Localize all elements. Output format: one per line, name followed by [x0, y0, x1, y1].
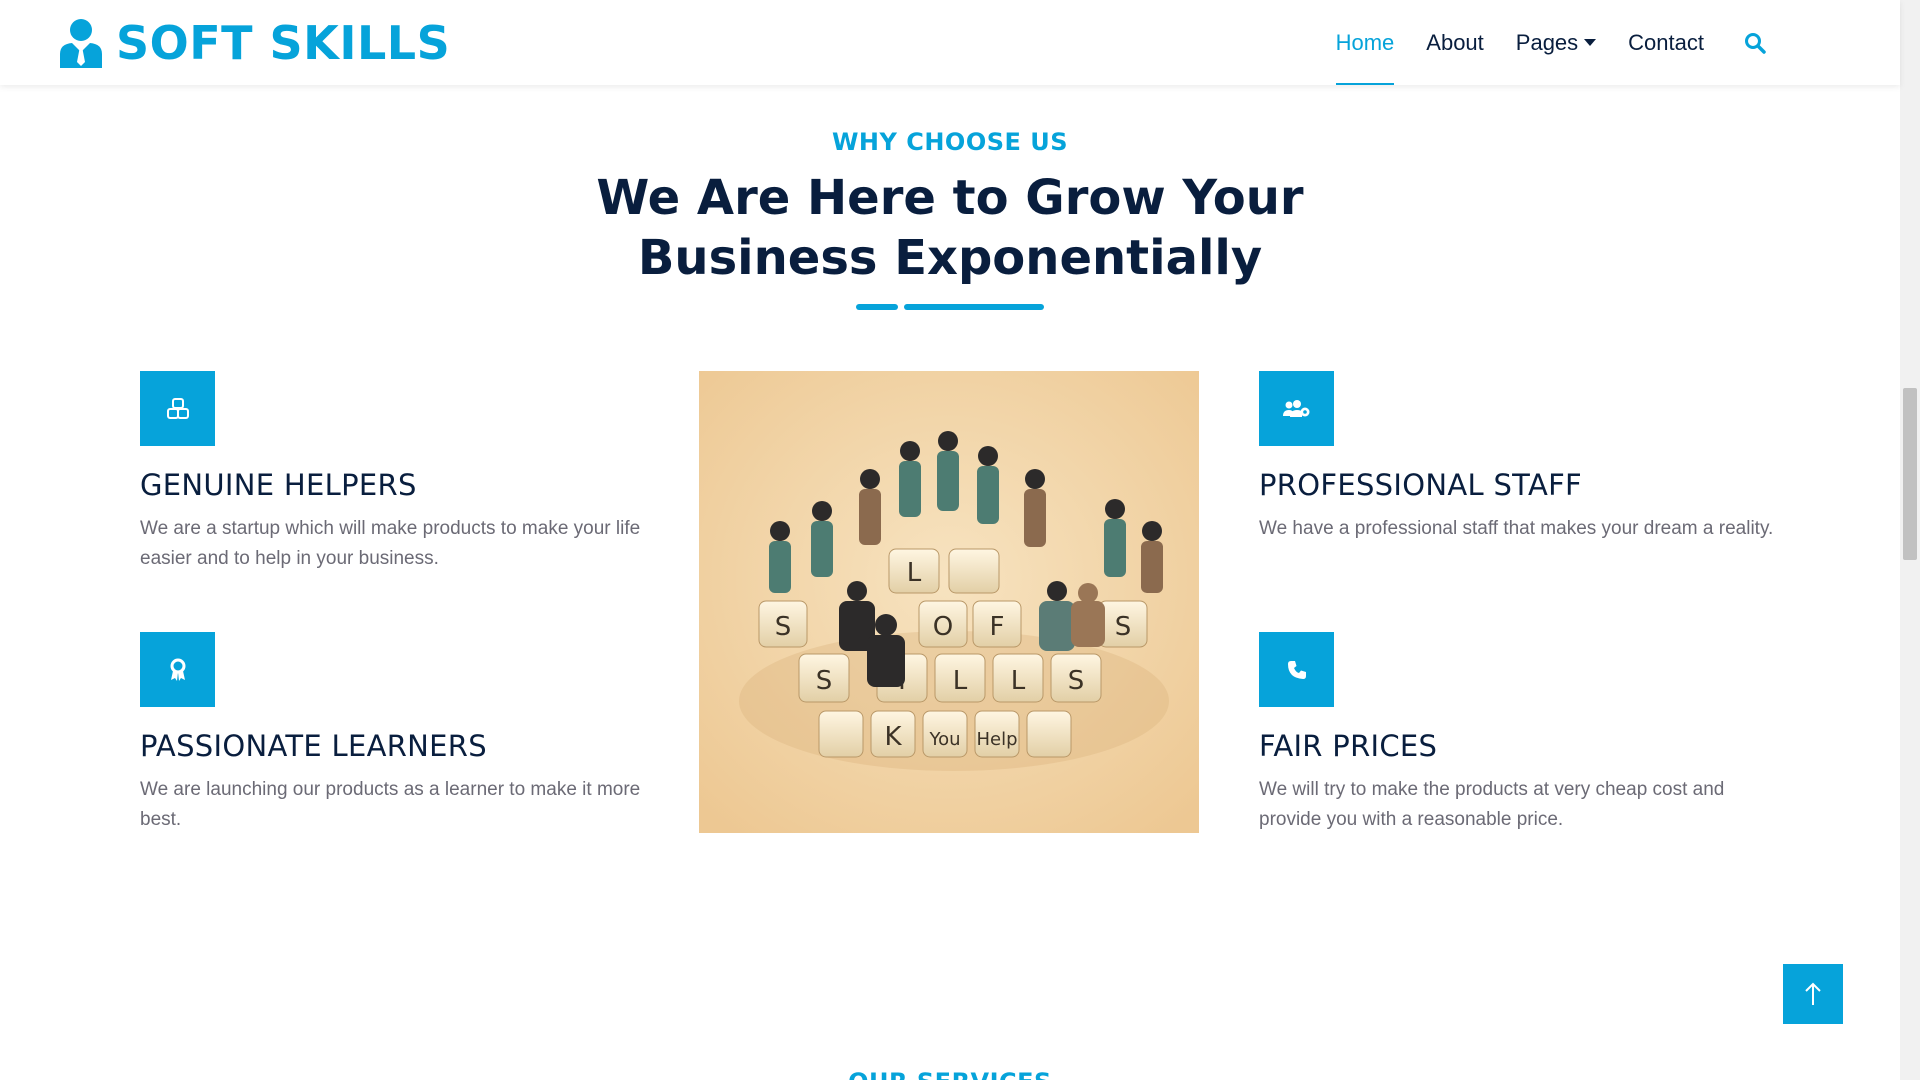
feature-genuine-helpers: GENUINE HELPERS We are a startup which w…: [140, 371, 660, 574]
underline-short: [856, 304, 898, 310]
search-icon: [1745, 32, 1766, 54]
title-underline: [856, 304, 1044, 310]
feature-text: We have a professional staff that makes …: [1259, 518, 1774, 539]
feature-text: We are launching our products as a learn…: [140, 779, 641, 830]
soft-skills-illustration: L S O F S S I L L S K You Help: [699, 371, 1199, 833]
brand-name: SOFT SKILLS: [116, 15, 451, 70]
nav-links: Home About Pages Contact: [1320, 0, 1770, 85]
svg-text:S: S: [1115, 612, 1132, 642]
section-eyebrow: WHY CHOOSE US: [831, 128, 1069, 156]
feature-icon-box: [140, 632, 215, 707]
nav-item-contact[interactable]: Contact: [1612, 0, 1720, 85]
nav-item-about[interactable]: About: [1410, 0, 1500, 85]
svg-text:L: L: [907, 558, 922, 588]
feature-icon-box: [140, 371, 215, 446]
headline-line-1: We Are Here to Grow Your: [596, 170, 1304, 226]
feature-text: We are a startup which will make product…: [140, 518, 641, 569]
feature-professional-staff: PROFESSIONAL STAFF We have a professiona…: [1259, 371, 1779, 544]
scrollbar-thumb[interactable]: [1903, 388, 1917, 560]
svg-text:You: You: [928, 729, 960, 750]
section-headline: We Are Here to Grow Your Business Expone…: [0, 168, 1900, 288]
feature-text: We will try to make the products at very…: [1259, 779, 1725, 830]
svg-text:F: F: [990, 612, 1005, 642]
feature-title: FAIR PRICES: [1259, 729, 1438, 763]
search-button[interactable]: [1740, 28, 1770, 58]
headline-line-2: Business Exponentially: [637, 230, 1263, 286]
cubes-icon: [166, 397, 189, 419]
feature-fair-prices: FAIR PRICES We will try to make the prod…: [1259, 632, 1779, 835]
caret-down-icon: [1584, 39, 1597, 46]
feature-icon-box: [1259, 632, 1334, 707]
svg-text:Help: Help: [976, 729, 1017, 750]
nav-label-home: Home: [1335, 29, 1395, 55]
feature-title: PROFESSIONAL STAFF: [1259, 468, 1583, 502]
svg-text:O: O: [933, 612, 953, 642]
feature-passionate-learners: PASSIONATE LEARNERS We are launching our…: [140, 632, 660, 835]
navbar: SOFT SKILLS Home About Pages Contact: [0, 0, 1900, 85]
svg-text:K: K: [884, 722, 902, 752]
nav-label-pages: Pages: [1515, 29, 1579, 55]
user-tie-icon: [60, 18, 102, 68]
svg-text:S: S: [1068, 666, 1085, 696]
underline-long: [904, 304, 1044, 310]
phone-icon: [1287, 660, 1306, 679]
feature-title: PASSIONATE LEARNERS: [140, 729, 487, 763]
svg-text:L: L: [1011, 666, 1026, 696]
center-image: L S O F S S I L L S K You Help: [699, 371, 1199, 833]
nav-item-home[interactable]: Home: [1320, 0, 1411, 85]
svg-text:S: S: [816, 666, 833, 696]
svg-text:S: S: [775, 612, 792, 642]
award-icon: [170, 658, 185, 681]
why-choose-us-header: WHY CHOOSE US We Are Here to Grow Your B…: [0, 128, 1900, 288]
page-scrollbar[interactable]: [1900, 0, 1920, 1080]
back-to-top-button[interactable]: [1783, 964, 1843, 1024]
next-section-eyebrow: OUR SERVICES: [0, 1068, 1900, 1080]
nav-label-about: About: [1426, 29, 1484, 55]
brand-link[interactable]: SOFT SKILLS: [58, 16, 450, 70]
users-cog-icon: [1282, 399, 1309, 417]
nav-label-contact: Contact: [1628, 29, 1704, 55]
arrow-up-icon: [1805, 982, 1821, 1005]
nav-item-pages[interactable]: Pages: [1500, 0, 1612, 85]
feature-icon-box: [1259, 371, 1334, 446]
feature-title: GENUINE HELPERS: [140, 468, 417, 502]
svg-text:L: L: [953, 666, 968, 696]
